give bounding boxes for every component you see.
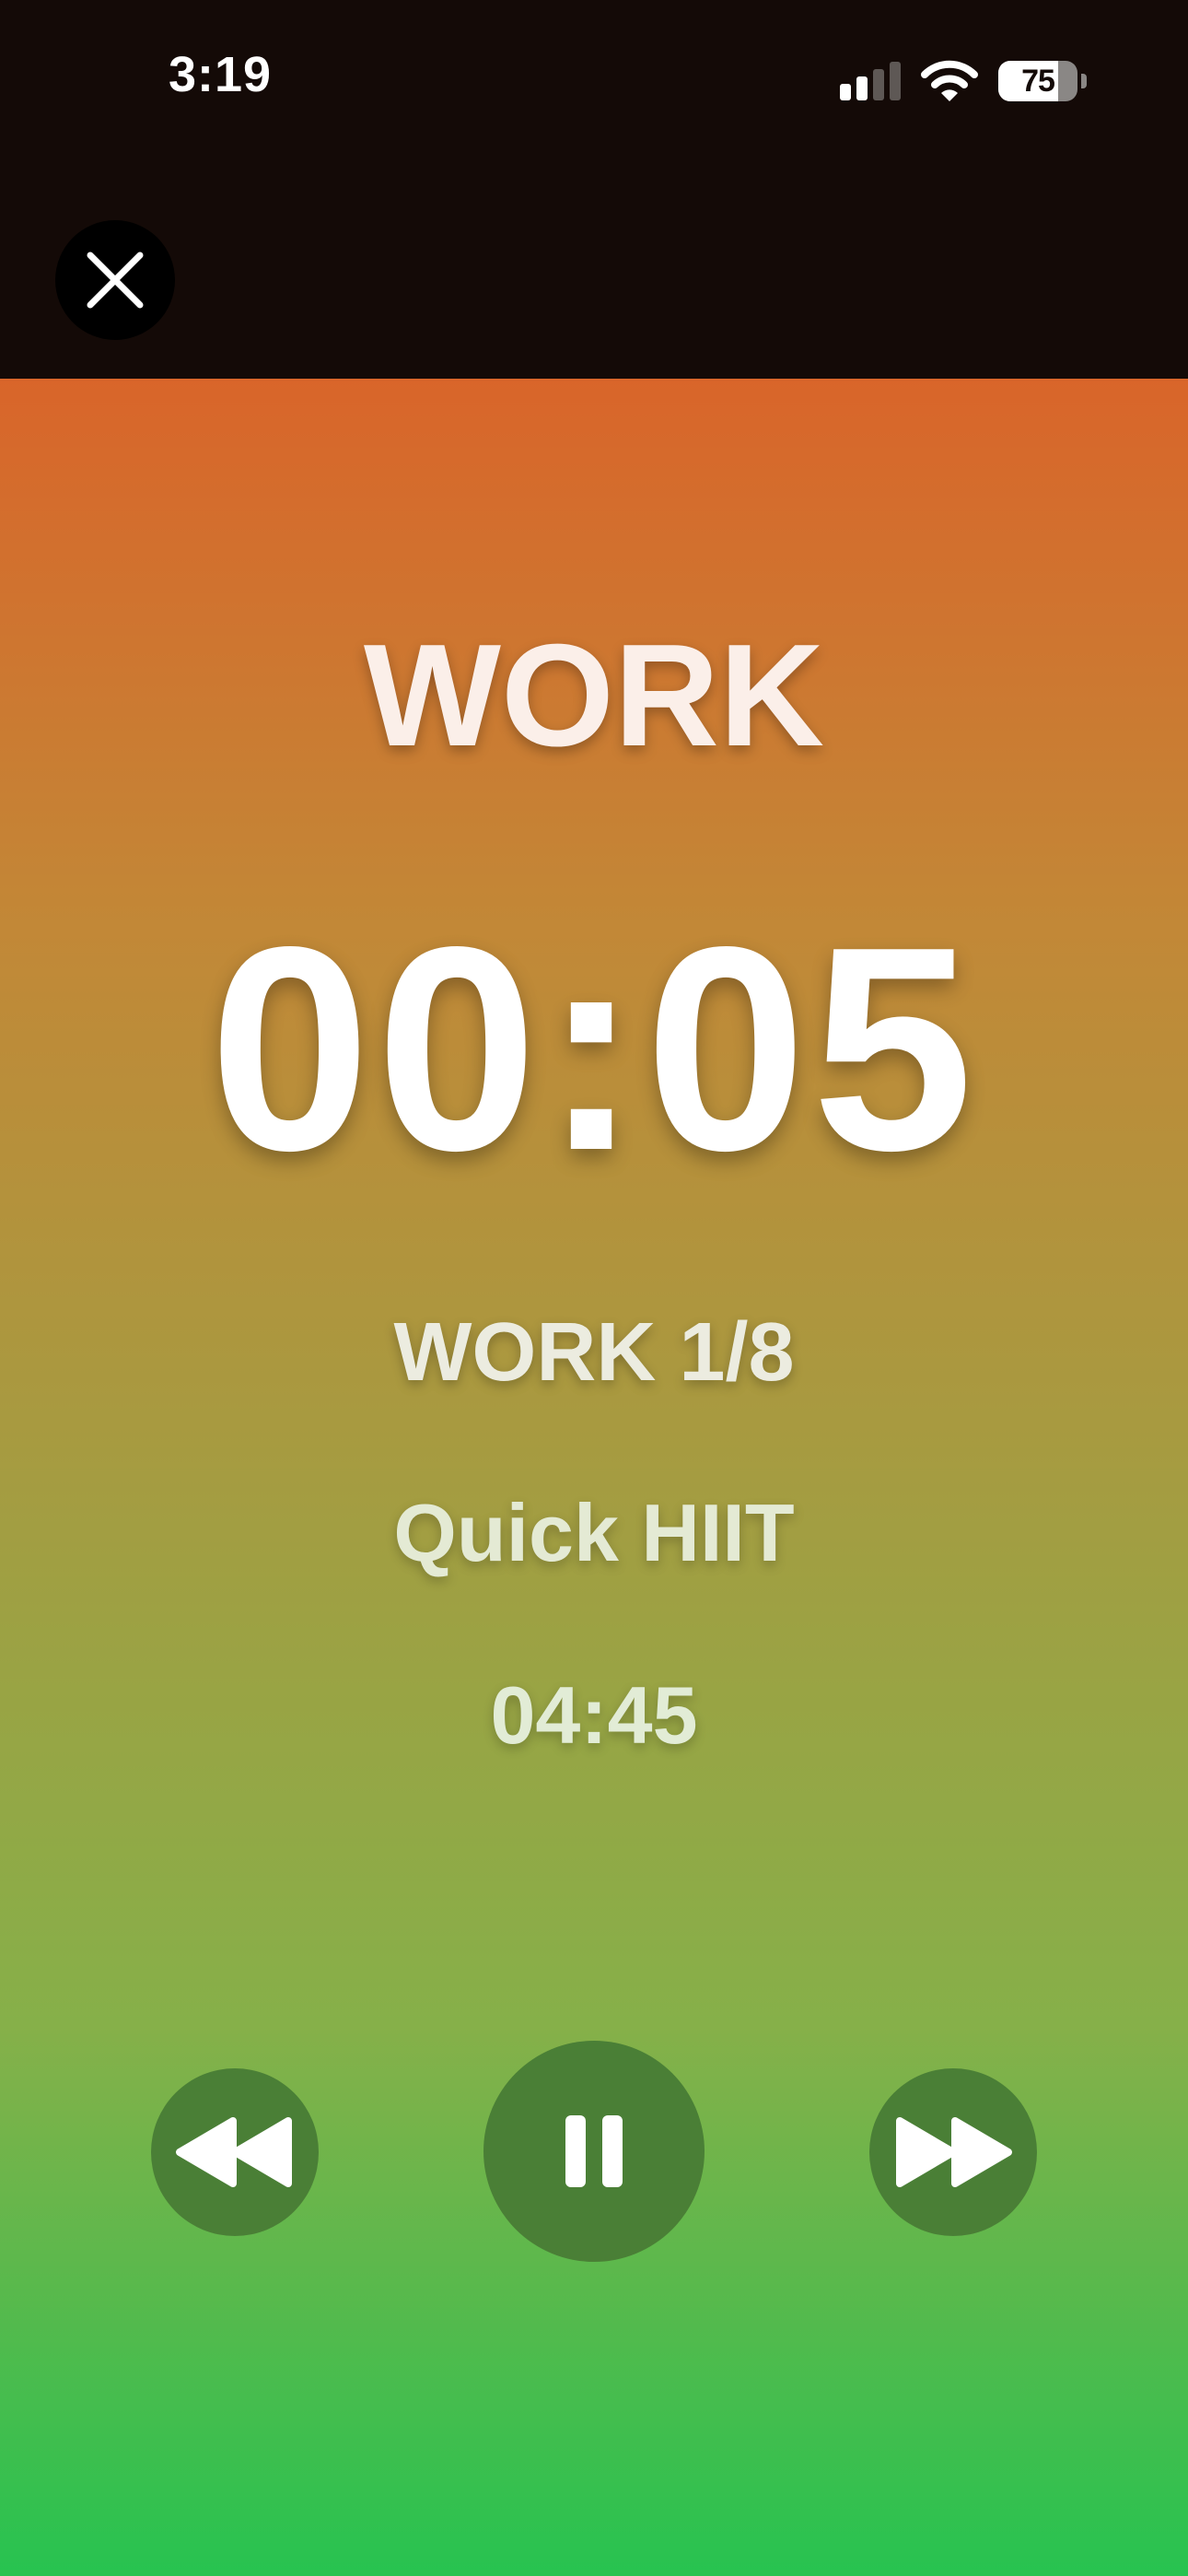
total-time-remaining: 04:45 [490, 1669, 698, 1761]
top-bar: 3:19 75 [0, 0, 1188, 379]
forward-icon [896, 2117, 1012, 2187]
status-icons: 75 [840, 53, 1087, 109]
workout-timer-screen: 3:19 75 WORK 00:05 WORK 1/8 Quick HIIT 0… [0, 0, 1188, 2576]
battery-tip [1081, 74, 1087, 88]
countdown-display: 00:05 [209, 886, 979, 1211]
phase-label: WORK [363, 615, 825, 777]
battery-percent: 75 [1021, 63, 1055, 99]
cellular-signal-icon [840, 62, 901, 100]
backward-icon [176, 2117, 292, 2187]
next-interval-button[interactable] [869, 2068, 1037, 2236]
round-indicator: WORK 1/8 [393, 1306, 795, 1399]
close-button[interactable] [55, 220, 175, 340]
battery-body: 75 [998, 61, 1077, 101]
pause-icon [565, 2115, 623, 2187]
close-icon [87, 252, 144, 309]
wifi-icon [921, 60, 978, 101]
timer-panel: WORK 00:05 WORK 1/8 Quick HIIT 04:45 [0, 379, 1188, 2576]
battery-icon: 75 [998, 61, 1087, 101]
workout-name: Quick HIIT [393, 1487, 795, 1578]
previous-interval-button[interactable] [151, 2068, 319, 2236]
status-time: 3:19 [169, 47, 273, 102]
pause-button[interactable] [483, 2041, 705, 2262]
